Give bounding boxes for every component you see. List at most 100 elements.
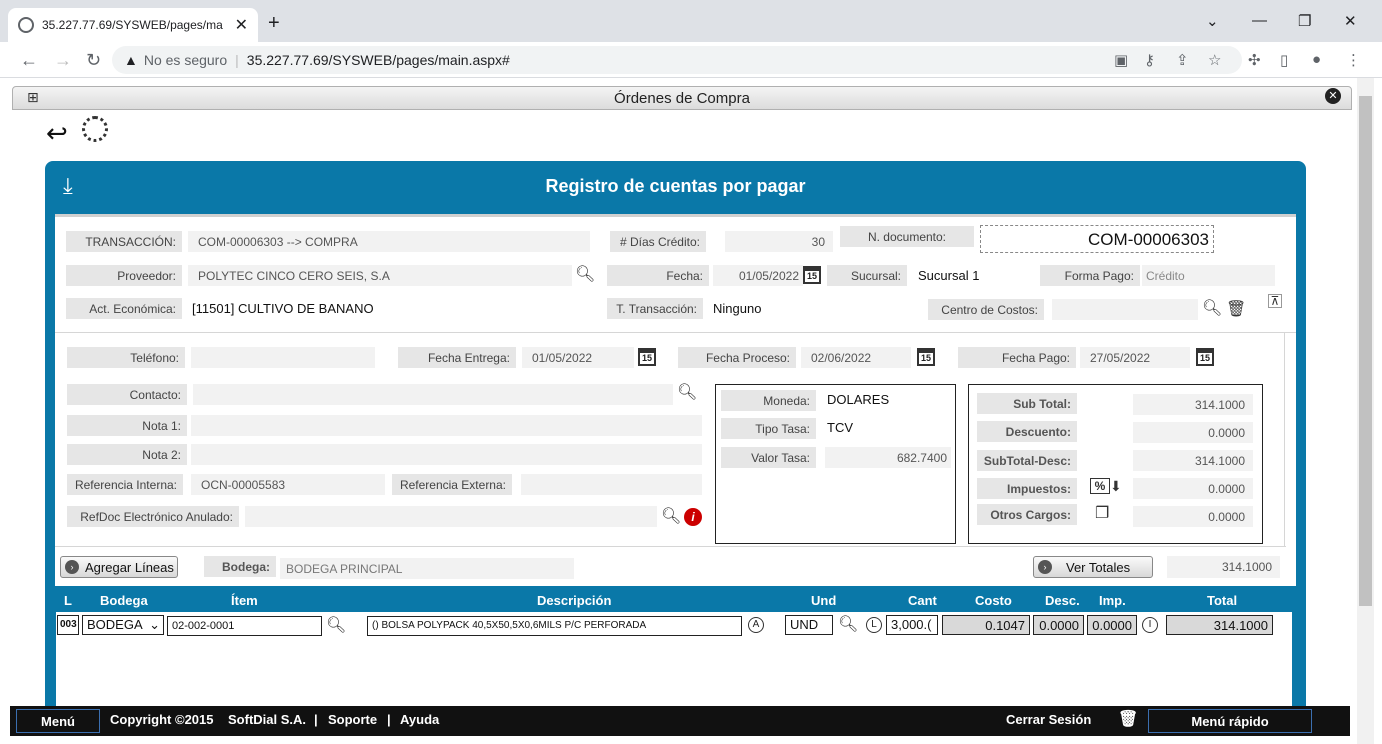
percent-icon[interactable]: %	[1090, 478, 1110, 494]
dias-credito-value: 30	[725, 231, 833, 252]
search-icon[interactable]: 🔍︎	[661, 506, 681, 526]
bodega-value: BODEGA PRINCIPAL	[280, 558, 574, 579]
act-economica-value[interactable]: [11501] CULTIVO DE BANANO	[186, 298, 596, 319]
fecha-entrega-label: Fecha Entrega:	[398, 347, 516, 368]
ref-interna-value: OCN-00005583	[191, 474, 385, 495]
sucursal-value[interactable]: Sucursal 1	[912, 265, 1030, 286]
copyright-text: Copyright ©2015	[110, 712, 214, 727]
close-icon[interactable]: ✕	[1325, 88, 1341, 104]
ref-externa-value[interactable]	[521, 474, 702, 495]
ver-totales-button[interactable]: › Ver Totales	[1033, 556, 1153, 578]
popup-blocked-icon[interactable]: ▣	[1114, 51, 1128, 69]
tipo-tasa-value[interactable]: TCV	[821, 417, 951, 438]
col-header-total: Total	[1207, 593, 1238, 608]
menu-rapido-button[interactable]: Menú rápido	[1148, 709, 1312, 733]
cerrar-sesion-link[interactable]: Cerrar Sesión	[1006, 712, 1091, 727]
fecha-entrega-value: 01/05/2022	[522, 347, 634, 368]
close-tab-icon[interactable]: ✕	[235, 15, 248, 35]
footer-separator: |	[387, 712, 391, 727]
sucursal-label: Sucursal:	[827, 265, 907, 286]
col-header-descripcion: Descripción	[537, 593, 612, 608]
n-documento-value: COM-00006303	[980, 225, 1214, 253]
section-divider	[55, 546, 1286, 547]
collapse-icon[interactable]: ⊼	[1268, 294, 1282, 308]
item-input[interactable]: 02-002-0001	[167, 616, 322, 636]
nota2-value[interactable]	[191, 444, 702, 465]
moneda-label: Moneda:	[721, 390, 816, 411]
search-icon[interactable]: 🔍︎	[677, 382, 697, 402]
calendar-icon[interactable]: 15	[638, 348, 656, 366]
back-arrow-icon[interactable]: ←	[20, 50, 38, 71]
calendar-icon[interactable]: 15	[917, 348, 935, 366]
telefono-label: Teléfono:	[67, 347, 185, 368]
search-icon[interactable]: 🔍︎	[838, 614, 858, 634]
calendar-icon[interactable]: 15	[1196, 348, 1214, 366]
trash-icon[interactable]: 🗑︎	[1118, 709, 1138, 729]
l-badge-icon[interactable]: L	[866, 617, 882, 633]
documents-icon[interactable]: ❐	[1095, 503, 1109, 523]
desc-value: 0.0000	[1033, 615, 1084, 635]
url-text: 35.227.77.69/SYSWEB/pages/main.aspx#	[246, 52, 510, 68]
line-number: 003	[57, 615, 79, 635]
a-badge-icon[interactable]: A	[748, 617, 764, 633]
forma-pago-value: Crédito	[1142, 265, 1275, 286]
arrow-down-icon: ⬇	[1110, 478, 1122, 494]
tab-search-icon[interactable]: ⌄	[1206, 12, 1219, 30]
moneda-value[interactable]: DOLARES	[821, 389, 951, 410]
ref-interna-label: Referencia Interna:	[67, 474, 183, 495]
soporte-link[interactable]: Soporte	[328, 712, 377, 727]
calendar-icon[interactable]: 15	[803, 266, 821, 284]
menu-button[interactable]: Menú	[16, 709, 100, 733]
costo-value: 0.1047	[942, 615, 1030, 635]
arrow-right-icon: ›	[1038, 560, 1052, 574]
reload-icon[interactable]: ↻	[86, 50, 101, 71]
bodega-label: Bodega:	[204, 556, 276, 577]
app-window-bar: ⊞ Órdenes de Compra ✕	[12, 86, 1352, 110]
reply-back-icon[interactable]: ↩	[46, 118, 68, 149]
search-icon[interactable]: 🔍︎	[1202, 298, 1222, 318]
profile-icon[interactable]: ●	[1312, 51, 1321, 68]
company-text: SoftDial S.A.	[228, 712, 307, 727]
browser-tab[interactable]: 35.227.77.69/SYSWEB/pages/ma ✕	[8, 8, 258, 42]
footer-separator: |	[314, 712, 318, 727]
subtotal-desc-label: SubTotal-Desc:	[977, 450, 1077, 471]
impuestos-label: Impuestos:	[977, 478, 1077, 499]
agregar-lineas-button[interactable]: › Agregar Líneas	[60, 556, 178, 578]
key-icon[interactable]: ⚷	[1144, 51, 1155, 69]
refdoc-label: RefDoc Electrónico Anulado:	[67, 506, 239, 527]
close-window-icon[interactable]: ✕	[1344, 12, 1357, 30]
warning-icon[interactable]: ▲	[124, 52, 138, 68]
extensions-icon[interactable]: ✣	[1248, 51, 1261, 69]
section-border	[1284, 332, 1285, 546]
cant-input[interactable]: 3,000.(	[886, 615, 938, 635]
arrow-right-icon: ›	[65, 560, 79, 574]
nota1-value[interactable]	[191, 415, 702, 436]
i-badge-icon[interactable]: I	[1142, 617, 1158, 633]
address-bar[interactable]: ▲ No es seguro | 35.227.77.69/SYSWEB/pag…	[112, 46, 1242, 74]
omnibox-separator: |	[235, 52, 239, 68]
side-panel-icon[interactable]: ▯	[1280, 51, 1288, 69]
ayuda-link[interactable]: Ayuda	[400, 712, 439, 727]
grid-header: L Bodega Ítem Descripción Und Cant Costo…	[55, 590, 1293, 612]
refdoc-value	[245, 506, 657, 527]
act-economica-label: Act. Económica:	[66, 298, 182, 319]
forward-arrow-icon[interactable]: →	[54, 50, 72, 71]
info-icon[interactable]: i	[684, 508, 702, 526]
descripcion-input[interactable]: () BOLSA POLYPACK 40,5X50,5X0,6MILS P/C …	[367, 616, 742, 636]
share-icon[interactable]: ⇪	[1176, 51, 1189, 69]
maximize-icon[interactable]: ❐	[1298, 12, 1311, 30]
scrollbar-thumb[interactable]	[1359, 96, 1372, 606]
trash-icon[interactable]: 🗑︎	[1226, 299, 1246, 319]
fecha-label: Fecha:	[607, 265, 709, 286]
minimize-icon[interactable]: —	[1252, 12, 1267, 29]
search-icon[interactable]: 🔍︎	[575, 264, 595, 284]
search-icon[interactable]: 🔍︎	[326, 615, 346, 635]
new-tab-icon[interactable]: +	[268, 12, 280, 35]
star-icon[interactable]: ☆	[1208, 51, 1221, 69]
menu-icon[interactable]: ⋮	[1346, 51, 1361, 69]
und-input[interactable]: UND	[785, 615, 833, 635]
bodega-select-value: BODEGA	[87, 617, 143, 632]
centro-costos-value	[1052, 299, 1198, 320]
t-transaccion-value[interactable]: Ninguno	[707, 298, 921, 319]
bodega-select[interactable]: BODEGA ⌄	[82, 615, 164, 635]
